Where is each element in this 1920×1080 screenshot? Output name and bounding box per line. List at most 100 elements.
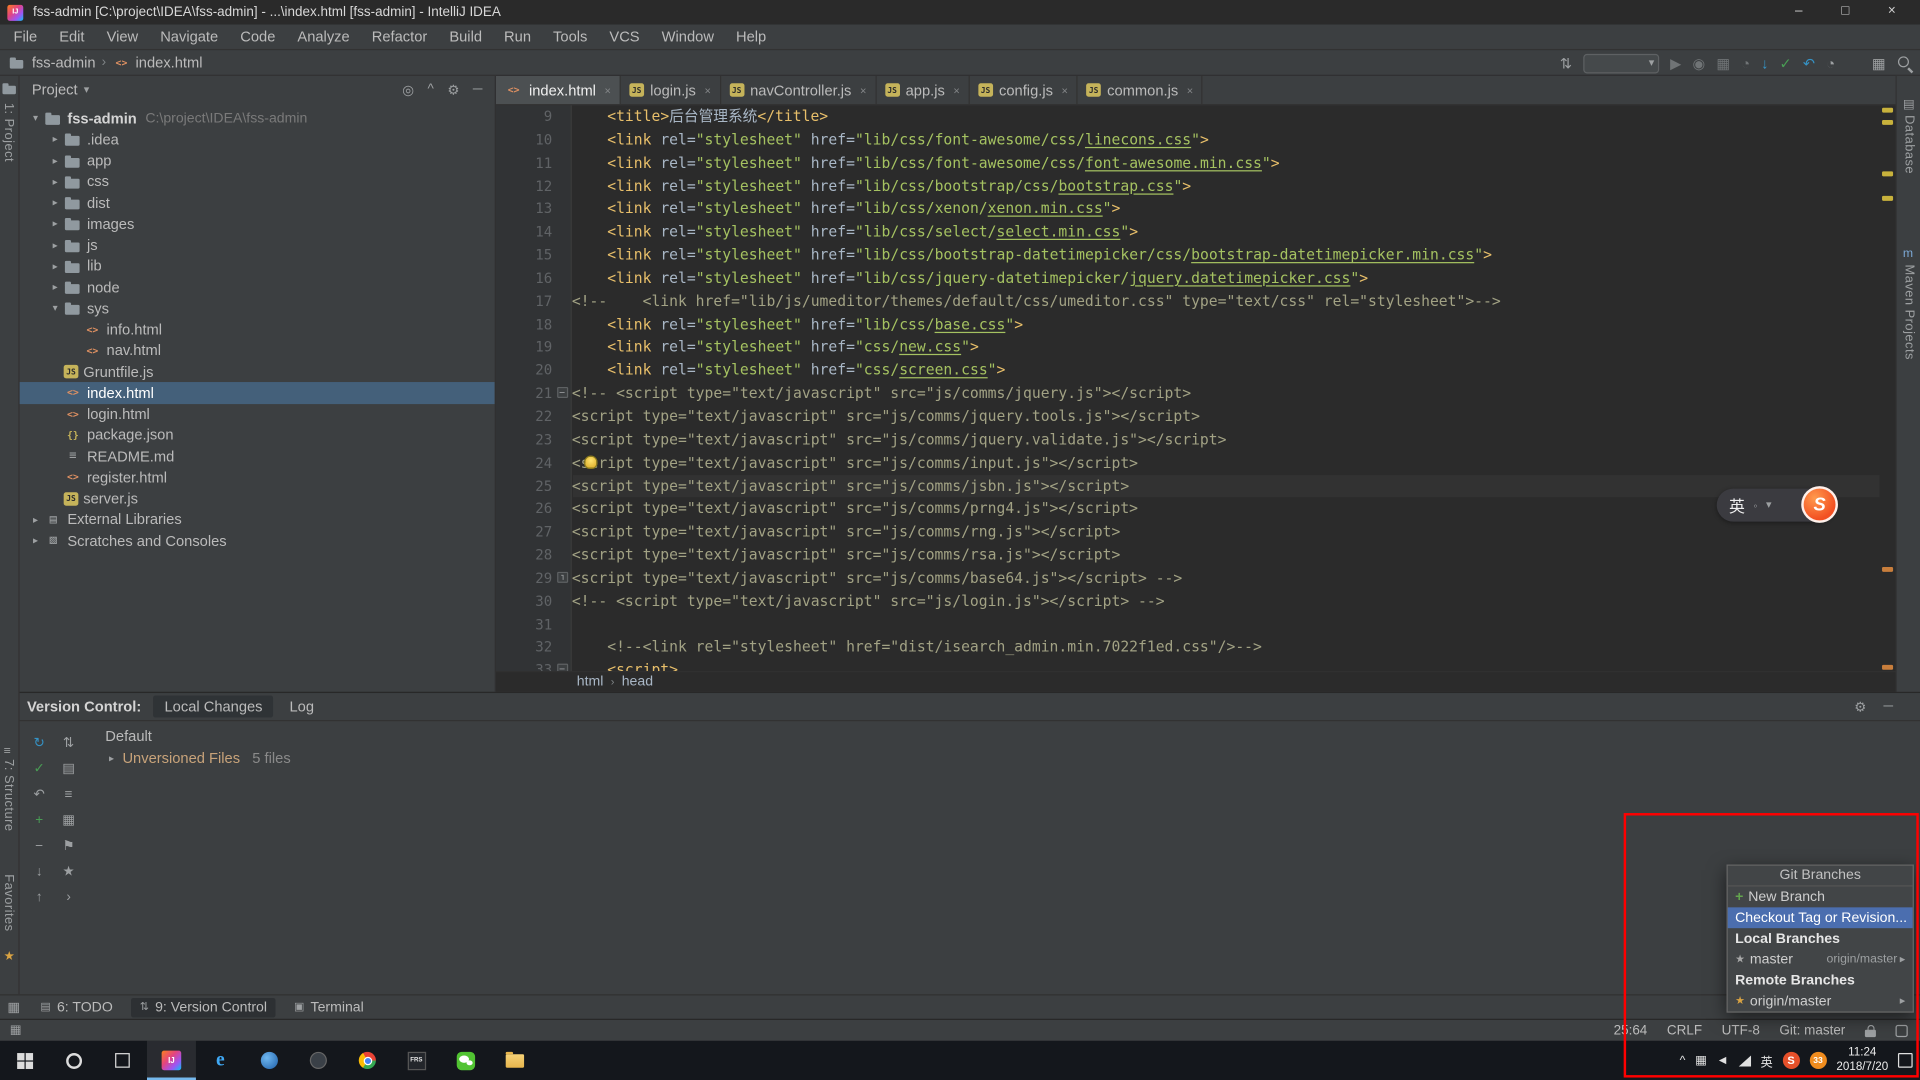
code-line-15[interactable]: 15 <link rel="stylesheet" href="lib/css/…: [496, 244, 1880, 267]
code-line-24[interactable]: 24 <script type="text/javascript" src="js…: [496, 451, 1880, 474]
tree-item-gruntfile.js[interactable]: JS Gruntfile.js: [20, 361, 495, 382]
tree-item-index.html[interactable]: <> index.html: [19, 382, 495, 404]
tool-window-switcher-icon[interactable]: ▦: [7, 999, 20, 1015]
network-icon[interactable]: [1738, 1054, 1751, 1066]
breadcrumb-html[interactable]: html: [577, 675, 604, 690]
fold-icon[interactable]: ⌐: [552, 567, 572, 590]
tool-button-todo[interactable]: ▤ 6: TODO: [32, 997, 122, 1017]
taskbar-task-view-icon[interactable]: [98, 1041, 147, 1080]
breadcrumb-project[interactable]: fss-admin: [32, 54, 96, 71]
tool-button-database[interactable]: Database: [1902, 115, 1917, 174]
close-icon[interactable]: ×: [605, 84, 611, 96]
tree-item-external-libraries[interactable]: ▸ ▤ External Libraries: [20, 509, 495, 530]
code-line-20[interactable]: 20 <link rel="stylesheet" href="css/scre…: [496, 359, 1880, 382]
hide-icon[interactable]: ─: [1884, 699, 1894, 715]
chevron-icon[interactable]: ›: [66, 890, 70, 905]
locate-file-icon[interactable]: ◎: [402, 81, 414, 98]
tree-item-server.js[interactable]: JS server.js: [20, 488, 495, 509]
editor-tab-common.js[interactable]: JS common.js ×: [1078, 75, 1204, 105]
tool-button-project[interactable]: 1: Project: [1, 103, 16, 162]
breadcrumb-head[interactable]: head: [622, 675, 653, 690]
collapse-all-icon[interactable]: ^: [428, 81, 434, 97]
close-icon[interactable]: ×: [860, 84, 866, 96]
code-line-13[interactable]: 13 <link rel="stylesheet" href="lib/css/…: [496, 198, 1880, 221]
coverage-button[interactable]: ▦: [1716, 56, 1730, 71]
favorites-star-icon[interactable]: ★: [4, 950, 15, 963]
sogou-icon[interactable]: S: [1782, 1051, 1800, 1069]
code-line-33[interactable]: 33− <script>: [496, 659, 1880, 672]
changelist-default[interactable]: Default: [105, 727, 290, 744]
hidden-icons-chevron[interactable]: ^: [1680, 1054, 1686, 1067]
menu-item-view[interactable]: View: [96, 28, 150, 45]
volume-icon[interactable]: ◄: [1717, 1054, 1729, 1067]
rollback-icon[interactable]: ↶: [34, 786, 45, 802]
stripe-mark[interactable]: [1882, 195, 1894, 201]
close-icon[interactable]: ×: [953, 84, 959, 96]
tree-item-app[interactable]: ▸ app: [20, 150, 495, 171]
tree-item-lib[interactable]: ▸ lib: [20, 256, 495, 277]
tool-button-favorites[interactable]: Favorites: [1, 874, 16, 931]
tree-item-dist[interactable]: ▸ dist: [20, 192, 495, 213]
settings-icon[interactable]: ⚙: [447, 81, 459, 98]
chevron-right-icon[interactable]: ▸: [47, 197, 64, 208]
taskbar-frs-icon[interactable]: FRS: [392, 1041, 441, 1080]
taskbar-edge-icon[interactable]: e: [196, 1041, 245, 1080]
taskbar-wechat-icon[interactable]: [441, 1041, 490, 1080]
stripe-mark[interactable]: [1882, 171, 1894, 177]
delete-icon[interactable]: −: [35, 838, 43, 853]
commit-icon[interactable]: ✓: [34, 760, 45, 777]
taskbar-player-icon[interactable]: [294, 1041, 343, 1080]
taskbar-chrome-icon[interactable]: [343, 1041, 392, 1080]
tree-item-sys[interactable]: ▾ sys: [20, 298, 495, 319]
code-line-17[interactable]: 17 <!-- <link href="lib/js/umeditor/theme…: [496, 290, 1880, 313]
code-line-26[interactable]: 26 <script type="text/javascript" src="js…: [496, 498, 1880, 521]
tree-item-nav.html[interactable]: <> nav.html: [20, 340, 495, 361]
menu-item-window[interactable]: Window: [651, 28, 725, 45]
checkout-tag-item[interactable]: Checkout Tag or Revision...: [1727, 907, 1913, 929]
stripe-mark[interactable]: [1882, 566, 1894, 572]
action-center-icon[interactable]: [1897, 1053, 1913, 1068]
line-ending-indicator[interactable]: CRLF: [1667, 1023, 1702, 1038]
flag-icon[interactable]: ⚑: [63, 838, 75, 854]
copy-icon[interactable]: ▦: [62, 812, 75, 828]
editor-tab-navController.js[interactable]: JS navController.js ×: [721, 75, 877, 105]
close-button[interactable]: ×: [1871, 1, 1913, 23]
hide-icon[interactable]: ─: [473, 81, 483, 97]
tree-item-node[interactable]: ▸ node: [20, 277, 495, 298]
tree-item-images[interactable]: ▸ images: [20, 213, 495, 234]
group-by-icon[interactable]: ▤: [62, 760, 75, 777]
fold-icon[interactable]: −: [552, 659, 572, 672]
code-line-31[interactable]: 31: [496, 613, 1880, 636]
taskbar-intellij-idea-icon[interactable]: IJ: [146, 1040, 196, 1080]
chevron-down-icon[interactable]: ▾: [27, 113, 44, 124]
menu-item-code[interactable]: Code: [229, 28, 286, 45]
chevron-right-icon[interactable]: ▸: [27, 514, 44, 525]
menu-item-build[interactable]: Build: [438, 28, 493, 45]
maximize-button[interactable]: □: [1824, 1, 1866, 23]
menu-item-run[interactable]: Run: [493, 28, 542, 45]
tool-button-structure[interactable]: 7: Structure: [1, 759, 16, 831]
chevron-right-icon[interactable]: ▸: [47, 134, 64, 145]
editor-tab-config.js[interactable]: JS config.js ×: [970, 75, 1078, 105]
search-everywhere-icon[interactable]: [1897, 55, 1913, 71]
code-line-25[interactable]: 25 <script type="text/javascript" src="js…: [495, 474, 1880, 498]
caret-position[interactable]: 25:64: [1614, 1023, 1648, 1038]
tree-item-readme.md[interactable]: ≡ README.md: [20, 446, 495, 467]
tree-item-.idea[interactable]: ▸ .idea: [20, 129, 495, 150]
encoding-indicator[interactable]: UTF-8: [1722, 1023, 1760, 1038]
code-line-29[interactable]: 29 ⌐ <script type="text/javascript" src="j…: [496, 567, 1880, 590]
stripe-mark[interactable]: [1882, 664, 1894, 670]
add-icon[interactable]: +: [35, 812, 43, 827]
menu-item-edit[interactable]: Edit: [48, 28, 95, 45]
intention-bulb-icon[interactable]: [584, 455, 598, 470]
expand-all-icon[interactable]: ⇅: [63, 735, 74, 751]
tool-button-terminal[interactable]: ▣ Terminal: [285, 997, 372, 1017]
code-area[interactable]: 9 <title>后台管理系统</title> 10 <link rel="sty…: [495, 105, 1880, 672]
lock-icon[interactable]: [1864, 1024, 1876, 1037]
code-line-28[interactable]: 28 <script type="text/javascript" src="js…: [496, 544, 1880, 567]
chevron-right-icon[interactable]: ▸: [47, 218, 64, 229]
sogou-input-bar[interactable]: 英 ◦ ▾ S: [1716, 486, 1838, 523]
taskbar-clock[interactable]: 11:24 2018/7/20: [1836, 1046, 1888, 1075]
code-line-19[interactable]: 19 <link rel="stylesheet" href="css/new.…: [496, 336, 1880, 359]
refresh-icon[interactable]: ↻: [34, 735, 45, 751]
